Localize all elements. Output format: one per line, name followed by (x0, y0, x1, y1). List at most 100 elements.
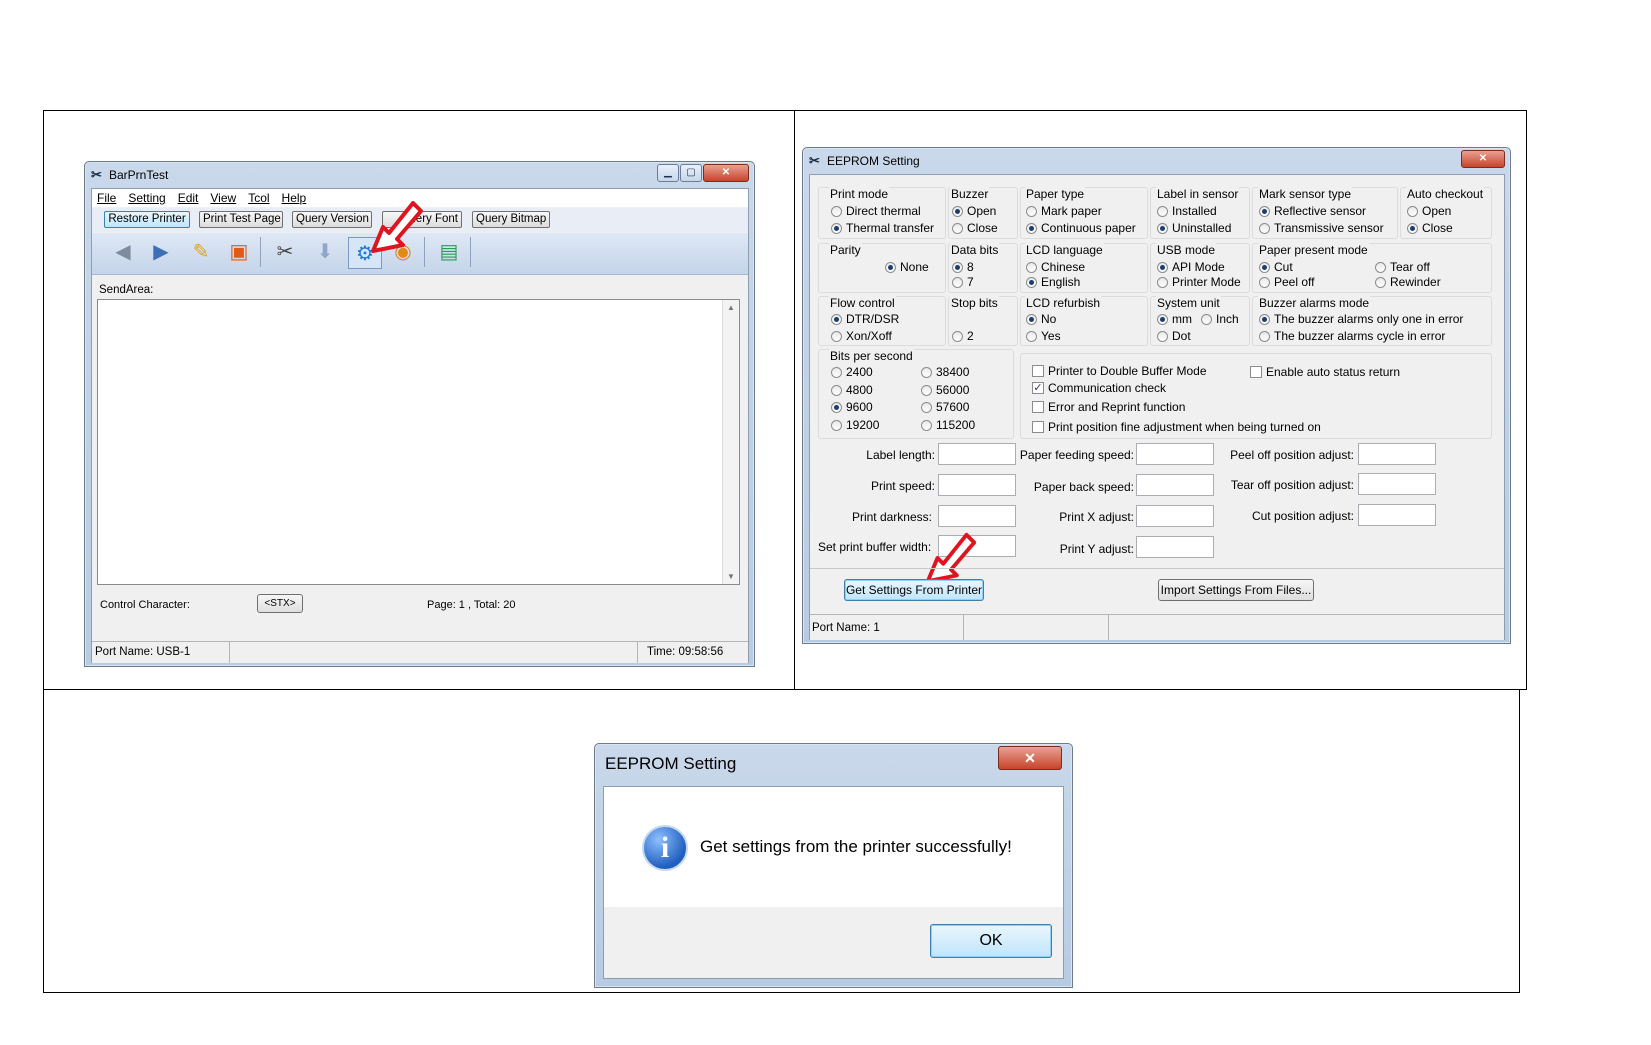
radio-peel-off[interactable]: Peel off (1259, 275, 1314, 289)
checkbox-double-buffer[interactable]: Printer to Double Buffer Mode (1032, 364, 1207, 378)
radio-cut[interactable]: Cut (1259, 260, 1293, 274)
forward-arrow-icon[interactable]: ▶ (148, 239, 174, 265)
close-button[interactable]: ✕ (703, 164, 749, 182)
eeprom-close-button[interactable]: ✕ (1461, 150, 1505, 168)
radio-auto-checkout-open[interactable]: Open (1407, 204, 1451, 218)
radio-dtr-dsr[interactable]: DTR/DSR (831, 312, 899, 326)
message-dialog: EEPROM Setting ✕ i Get settings from the… (594, 743, 1073, 988)
cut-adjust-input[interactable] (1358, 504, 1436, 526)
radio-refurbish-no[interactable]: No (1026, 312, 1056, 326)
print-test-page-button[interactable]: Print Test Page (199, 211, 283, 228)
radio-bps-19200[interactable]: 19200 (831, 418, 879, 432)
eeprom-titlebar[interactable]: ✂ EEPROM Setting (803, 148, 1510, 174)
radio-printer-mode[interactable]: Printer Mode (1157, 275, 1241, 289)
tear-off-adjust-label: Tear off position adjust: (1230, 478, 1354, 492)
radio-data-bits-8[interactable]: 8 (952, 260, 974, 274)
radio-bps-56000[interactable]: 56000 (921, 383, 969, 397)
radio-rewinder[interactable]: Rewinder (1375, 275, 1441, 289)
print-x-adjust-input[interactable] (1136, 505, 1214, 527)
radio-transmissive-sensor[interactable]: Transmissive sensor (1259, 221, 1384, 235)
status-divider (637, 642, 638, 663)
radio-stop-bits-2[interactable]: 2 (952, 329, 974, 343)
radio-installed[interactable]: Installed (1157, 204, 1217, 218)
radio-buzzer-close[interactable]: Close (952, 221, 998, 235)
stop-bits-label: Stop bits (950, 296, 999, 310)
time-status: Time: 09:58:56 (647, 646, 724, 658)
ok-button[interactable]: OK (930, 924, 1052, 958)
import-settings-button[interactable]: Import Settings From Files... (1158, 579, 1314, 601)
radio-buzzer-alarms-once[interactable]: The buzzer alarms only one in error (1259, 312, 1463, 326)
radio-bps-115200[interactable]: 115200 (921, 418, 975, 432)
flow-control-label: Flow control (829, 296, 896, 310)
stx-button[interactable]: <STX> (257, 594, 303, 613)
radio-inch[interactable]: Inch (1201, 312, 1239, 326)
eeprom-port-name: Port Name: 1 (812, 622, 880, 634)
radio-uninstalled[interactable]: Uninstalled (1157, 221, 1231, 235)
radio-api-mode[interactable]: API Mode (1157, 260, 1225, 274)
radio-continuous-paper[interactable]: Continuous paper (1026, 221, 1136, 235)
print-darkness-label: Print darkness: (851, 510, 932, 524)
radio-buzzer-alarms-cycle[interactable]: The buzzer alarms cycle in error (1259, 329, 1445, 343)
print-x-adjust-label: Print X adjust: (1059, 510, 1134, 524)
print-speed-input[interactable] (938, 474, 1016, 496)
menu-setting[interactable]: Setting (128, 191, 165, 205)
radio-data-bits-7[interactable]: 7 (952, 275, 974, 289)
paper-present-mode-label: Paper present mode (1258, 243, 1369, 257)
restore-printer-button[interactable]: Restore Printer (104, 211, 190, 228)
open-folder-icon[interactable]: ✎ (188, 239, 214, 265)
menu-edit[interactable]: Edit (178, 191, 199, 205)
radio-mm[interactable]: mm (1157, 312, 1192, 326)
radio-bps-57600[interactable]: 57600 (921, 400, 969, 414)
radio-english[interactable]: English (1026, 275, 1080, 289)
radio-bps-2400[interactable]: 2400 (831, 365, 873, 379)
message-dialog-close-button[interactable]: ✕ (998, 746, 1062, 770)
radio-dot[interactable]: Dot (1157, 329, 1191, 343)
send-area-textbox[interactable]: ▲ ▼ (97, 299, 740, 585)
query-bitmap-button[interactable]: Query Bitmap (472, 211, 550, 228)
status-divider (1108, 615, 1109, 640)
send-area-label: SendArea: (99, 284, 154, 296)
maximize-button[interactable]: ▢ (680, 164, 702, 182)
radio-direct-thermal[interactable]: Direct thermal (831, 204, 921, 218)
radio-xon-xoff[interactable]: Xon/Xoff (831, 329, 892, 343)
radio-buzzer-open[interactable]: Open (952, 204, 996, 218)
get-settings-from-printer-button[interactable]: Get Settings From Printer (844, 579, 984, 601)
page-info: Page: 1 , Total: 20 (427, 599, 516, 611)
monitor-icon[interactable]: ▤ (436, 239, 462, 265)
paper-feeding-speed-input[interactable] (1136, 443, 1214, 465)
send-area-scrollbar[interactable]: ▲ ▼ (722, 300, 739, 584)
radio-tear-off[interactable]: Tear off (1375, 260, 1430, 274)
paper-back-speed-input[interactable] (1136, 474, 1214, 496)
radio-bps-38400[interactable]: 38400 (921, 365, 969, 379)
menu-file[interactable]: File (97, 191, 116, 205)
radio-thermal-transfer[interactable]: Thermal transfer (831, 221, 934, 235)
print-darkness-input[interactable] (938, 505, 1016, 527)
barprntest-titlebar[interactable]: ✂ BarPrnTest (85, 162, 754, 188)
download-icon[interactable]: ⬇ (312, 239, 338, 265)
radio-chinese[interactable]: Chinese (1026, 260, 1085, 274)
menu-view[interactable]: View (210, 191, 236, 205)
radio-bps-4800[interactable]: 4800 (831, 383, 873, 397)
label-length-input[interactable] (938, 443, 1016, 465)
radio-parity-none[interactable]: None (885, 260, 929, 274)
radio-reflective-sensor[interactable]: Reflective sensor (1259, 204, 1366, 218)
menu-tool[interactable]: Tcol (248, 191, 269, 205)
checkbox-error-reprint[interactable]: Error and Reprint function (1032, 400, 1185, 414)
checkbox-auto-status-return[interactable]: Enable auto status return (1250, 365, 1400, 379)
radio-auto-checkout-close[interactable]: Close (1407, 221, 1453, 235)
checkbox-communication-check[interactable]: ✓ Communication check (1032, 381, 1166, 395)
query-version-button[interactable]: Query Version (292, 211, 372, 228)
radio-mark-paper[interactable]: Mark paper (1026, 204, 1102, 218)
checkbox-position-fine-adjust[interactable]: Print position fine adjustment when bein… (1032, 420, 1321, 434)
menu-help[interactable]: Help (282, 191, 307, 205)
toolbar-separator (470, 237, 471, 267)
tools-icon[interactable]: ✂ (272, 239, 298, 265)
radio-refurbish-yes[interactable]: Yes (1026, 329, 1061, 343)
peel-off-adjust-input[interactable] (1358, 443, 1436, 465)
save-icon[interactable]: ▣ (226, 239, 252, 265)
tear-off-adjust-input[interactable] (1358, 473, 1436, 495)
minimize-button[interactable]: ▁ (657, 164, 679, 182)
back-arrow-icon[interactable]: ◀ (110, 239, 136, 265)
print-y-adjust-input[interactable] (1136, 536, 1214, 558)
radio-bps-9600[interactable]: 9600 (831, 400, 873, 414)
